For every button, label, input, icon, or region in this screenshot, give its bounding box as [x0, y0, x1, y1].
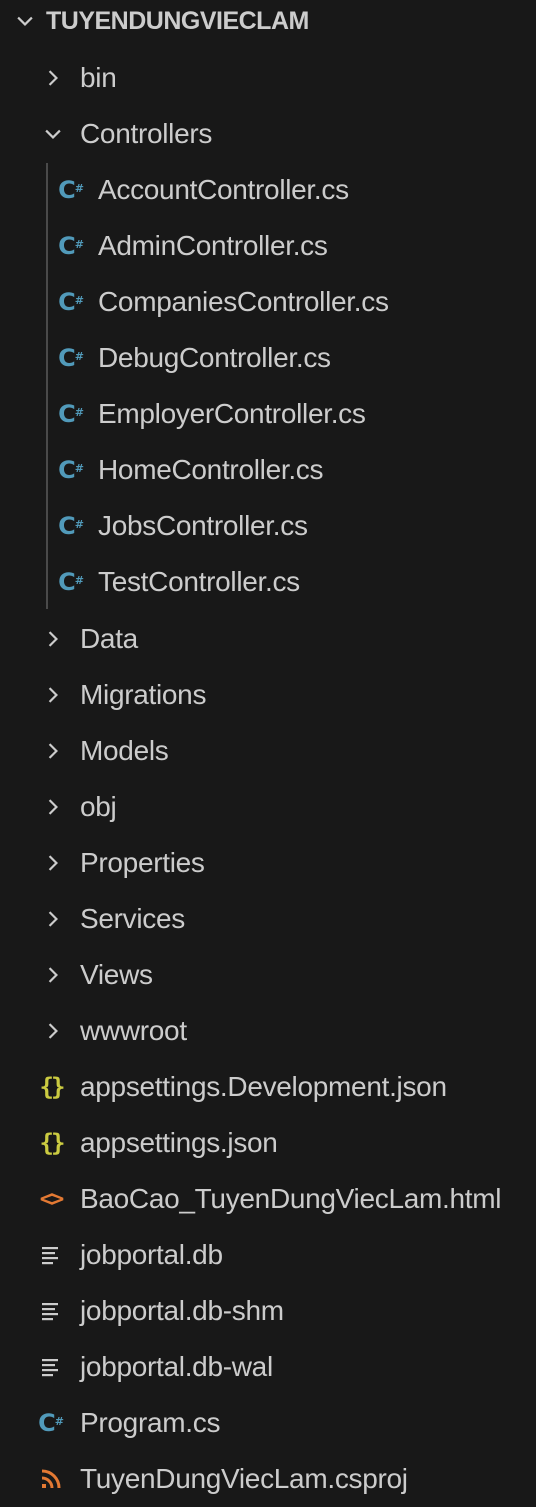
folder-item-bin[interactable]: bin [0, 50, 536, 106]
item-label: bin [80, 62, 117, 93]
csharp-file-icon: C # [58, 176, 84, 205]
file-item-homecontroller-cs[interactable]: C # HomeController.cs [0, 442, 536, 498]
csharp-file-icon: C # [58, 288, 84, 317]
chevron-down-icon[interactable] [12, 8, 38, 34]
chevron-right-icon[interactable] [40, 738, 66, 764]
database-file-icon [36, 1296, 66, 1326]
item-label: TestController.cs [98, 566, 300, 598]
html-file-icon: <> [39, 1186, 65, 1212]
item-label: AccountController.cs [98, 174, 349, 206]
file-explorer: TUYENDUNGVIECLAM bin Controllers C # Account… [0, 0, 536, 1502]
item-label: jobportal.db [80, 1239, 223, 1271]
csharp-file-icon: C # [58, 232, 84, 261]
chevron-down-icon[interactable] [40, 121, 66, 147]
chevron-right-icon[interactable] [40, 962, 66, 988]
database-file-icon [36, 1352, 66, 1382]
item-label: obj [80, 790, 117, 822]
folder-item-obj[interactable]: obj [0, 779, 536, 835]
item-label: jobportal.db-shm [80, 1295, 284, 1327]
chevron-right-icon[interactable] [40, 682, 66, 708]
json-file-icon: {} [39, 1072, 66, 1101]
item-label: EmployerController.cs [98, 398, 366, 430]
folder-item-models[interactable]: Models [0, 723, 536, 779]
item-label: AdminController.cs [98, 230, 328, 262]
file-item-jobscontroller-cs[interactable]: C # JobsController.cs [0, 498, 536, 554]
file-item-tuyendungvieclam-csproj[interactable]: TuyenDungViecLam.csproj [0, 1451, 536, 1507]
item-label: JobsController.cs [98, 510, 308, 542]
file-item-companiescontroller-cs[interactable]: C # CompaniesController.cs [0, 274, 536, 330]
item-label: Services [80, 902, 185, 934]
item-label: Controllers [80, 118, 213, 150]
item-label: Migrations [80, 678, 207, 710]
item-label: appsettings.Development.json [80, 1070, 447, 1102]
item-label: TuyenDungViecLam.csproj [80, 1463, 408, 1495]
folder-item-migrations[interactable]: Migrations [0, 667, 536, 723]
item-label: Program.cs [80, 1407, 221, 1439]
csharp-file-icon: C # [58, 344, 84, 373]
explorer-root-folder[interactable]: TUYENDUNGVIECLAM [0, 0, 536, 46]
chevron-right-icon[interactable] [40, 906, 66, 932]
chevron-right-icon[interactable] [40, 794, 66, 820]
file-item-baocao-tuyendungvieclam-html[interactable]: <> BaoCao_TuyenDungViecLam.html [0, 1171, 536, 1227]
folder-item-views[interactable]: Views [0, 947, 536, 1003]
chevron-right-icon[interactable] [40, 65, 66, 91]
chevron-right-icon[interactable] [40, 1018, 66, 1044]
folder-item-controllers[interactable]: Controllers [0, 106, 536, 162]
database-file-icon [36, 1240, 66, 1270]
csharp-file-icon: C # [58, 456, 84, 485]
file-item-admincontroller-cs[interactable]: C # AdminController.cs [0, 218, 536, 274]
item-label: Views [80, 958, 153, 990]
item-label: Models [80, 734, 169, 766]
file-item-program-cs[interactable]: C # Program.cs [0, 1395, 536, 1451]
chevron-right-icon[interactable] [40, 626, 66, 652]
root-folder-label: TUYENDUNGVIECLAM [46, 6, 309, 35]
item-label: appsettings.json [80, 1126, 278, 1158]
item-label: DebugController.cs [98, 342, 331, 374]
csharp-file-icon: C # [58, 400, 84, 429]
csharp-file-icon: C # [58, 512, 84, 541]
item-label: BaoCao_TuyenDungViecLam.html [80, 1183, 502, 1214]
file-item-testcontroller-cs[interactable]: C # TestController.cs [0, 554, 536, 610]
item-label: jobportal.db-wal [80, 1351, 273, 1383]
file-item-employercontroller-cs[interactable]: C # EmployerController.cs [0, 386, 536, 442]
item-label: CompaniesController.cs [98, 286, 389, 318]
item-label: HomeController.cs [98, 454, 324, 486]
chevron-right-icon[interactable] [40, 850, 66, 876]
file-item-appsettings-development-json[interactable]: {} appsettings.Development.json [0, 1059, 536, 1115]
csharp-file-icon: C # [58, 568, 84, 597]
folder-item-properties[interactable]: Properties [0, 835, 536, 891]
file-item-jobportal-db-shm[interactable]: jobportal.db-shm [0, 1283, 536, 1339]
item-label: Properties [80, 846, 205, 878]
folder-item-data[interactable]: Data [0, 611, 536, 667]
json-file-icon: {} [39, 1128, 66, 1157]
item-label: Data [80, 622, 138, 654]
file-item-appsettings-json[interactable]: {} appsettings.json [0, 1115, 536, 1171]
folder-item-services[interactable]: Services [0, 891, 536, 947]
csharp-file-icon: C # [38, 1409, 64, 1438]
file-item-jobportal-db-wal[interactable]: jobportal.db-wal [0, 1339, 536, 1395]
file-item-jobportal-db[interactable]: jobportal.db [0, 1227, 536, 1283]
csproj-file-icon [40, 1468, 62, 1490]
folder-item-wwwroot[interactable]: wwwroot [0, 1003, 536, 1059]
file-item-accountcontroller-cs[interactable]: C # AccountController.cs [0, 162, 536, 218]
file-item-debugcontroller-cs[interactable]: C # DebugController.cs [0, 330, 536, 386]
item-label: wwwroot [80, 1014, 187, 1046]
